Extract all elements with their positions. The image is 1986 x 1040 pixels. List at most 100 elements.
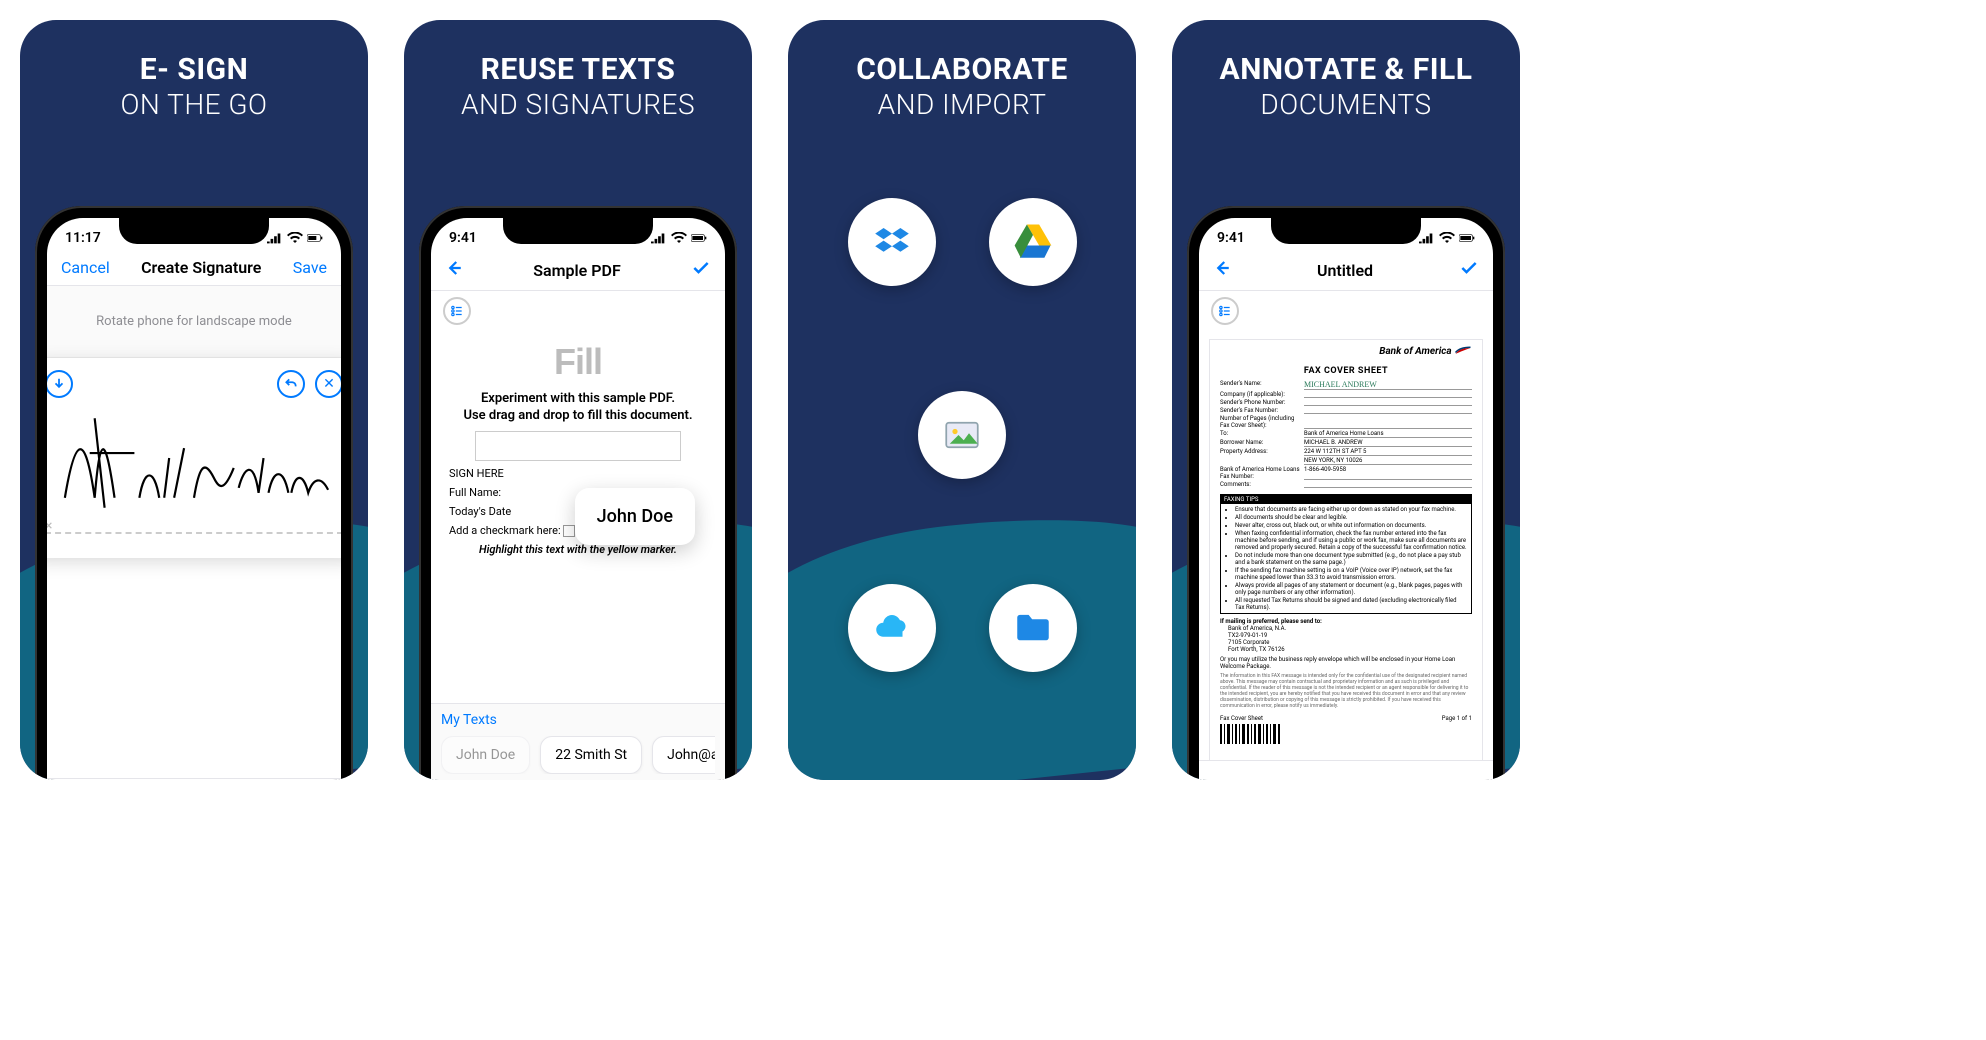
doc-footer-left: Fax Cover Sheet — [1220, 715, 1263, 722]
doc-instruction-1: Experiment with this sample PDF. — [449, 391, 707, 406]
confidential-disclaimer: The information in this FAX message is i… — [1220, 673, 1472, 709]
my-texts-panel: My Texts John Doe 22 Smith St John@abc.c — [431, 703, 725, 780]
faxing-tip: Ensure that documents are facing either … — [1235, 506, 1467, 513]
clear-button[interactable]: ✕ — [315, 370, 341, 398]
status-time: 9:41 — [1217, 230, 1245, 246]
back-button[interactable] — [1213, 259, 1231, 281]
faxing-tip: When faxing confidential information, ch… — [1235, 530, 1467, 551]
text-chip[interactable]: John@abc.c — [652, 736, 715, 774]
photos-icon[interactable] — [918, 391, 1006, 479]
signature-card: ✕ — [47, 358, 341, 558]
doc-title: FAX COVER SHEET — [1220, 366, 1472, 376]
files-icon[interactable] — [989, 584, 1077, 672]
faxing-tip: Always provide all pages of any statemen… — [1235, 582, 1467, 596]
fill-logo: Fill — [449, 341, 707, 383]
phone-screen: 9:41 Untitled — [1199, 218, 1493, 780]
faxing-tips-header: FAXING TIPS — [1221, 495, 1471, 504]
download-signature-button[interactable] — [47, 370, 73, 398]
undo-button[interactable] — [277, 370, 305, 398]
battery-icon — [691, 232, 707, 244]
icloud-icon[interactable] — [848, 584, 936, 672]
panel-headline: ANNOTATE & FILL — [1220, 54, 1473, 86]
phone-frame: 9:41 Untitled — [1187, 206, 1505, 780]
panel-headline: E- SIGN — [140, 54, 249, 86]
mailing-header: If mailing is preferred, please send to: — [1220, 618, 1472, 625]
doc-row: Bank of America Home Loans Fax Number:1-… — [1220, 466, 1472, 480]
faxing-tip: Do not include more than one document ty… — [1235, 552, 1467, 566]
doc-row: Property Address:224 W 112TH ST APT 5 — [1220, 448, 1472, 456]
doc-instruction-2: Use drag and drop to fill this document. — [449, 408, 707, 423]
phone-frame: 11:17 Cancel Create Signature Save Rotat… — [35, 206, 353, 780]
empty-field[interactable] — [475, 431, 681, 461]
panel-subhead: AND IMPORT — [878, 88, 1047, 121]
doc-row: Sender's Name:MICHAEL ANDREW — [1220, 380, 1472, 390]
nav-bar: Sample PDF — [431, 250, 725, 291]
cancel-button[interactable]: Cancel — [61, 258, 110, 277]
checkbox-box[interactable] — [563, 525, 575, 537]
doc-row: Company (if applicable): — [1220, 391, 1472, 398]
wifi-icon — [287, 232, 303, 244]
faxing-tip: If the sending fax machine setting is on… — [1235, 567, 1467, 581]
signal-icon — [651, 232, 667, 244]
doc-row: Comments: — [1220, 481, 1472, 488]
panel-subhead: ON THE GO — [120, 88, 267, 121]
status-time: 11:17 — [65, 230, 101, 246]
save-button[interactable]: Save — [293, 258, 327, 277]
text-chip[interactable]: John Doe — [441, 736, 530, 774]
google-drive-icon[interactable] — [989, 198, 1077, 286]
notch — [119, 218, 269, 244]
outline-button[interactable] — [443, 297, 471, 325]
faxing-tip: Never alter, cross out, black out, or wh… — [1235, 522, 1467, 529]
wifi-icon — [1439, 232, 1455, 244]
doc-row: Sender's Phone Number: — [1220, 399, 1472, 406]
done-button[interactable] — [1459, 258, 1479, 282]
status-icons — [267, 232, 323, 244]
status-time: 9:41 — [449, 230, 477, 246]
panel-headline: COLLABORATE — [856, 54, 1068, 86]
signature-drawing[interactable] — [47, 398, 341, 528]
phone-screen: 9:41 Sample PDF — [431, 218, 725, 780]
phone-screen: 11:17 Cancel Create Signature Save Rotat… — [47, 218, 341, 780]
label-sign: SIGN HERE — [449, 467, 707, 480]
text-chip[interactable]: 22 Smith St — [540, 736, 642, 774]
battery-icon — [307, 232, 323, 244]
promo-panel-collaborate: COLLABORATE AND IMPORT — [788, 20, 1136, 780]
doc-row: NEW YORK, NY 10026 — [1220, 457, 1472, 465]
status-icons — [1419, 232, 1475, 244]
nav-title: Untitled — [1317, 261, 1373, 280]
reply-note: Or you may utilize the business reply en… — [1220, 656, 1472, 670]
nav-bar: Cancel Create Signature Save — [47, 250, 341, 286]
outline-button[interactable] — [1211, 297, 1239, 325]
mailing-line: Bank of America, N.A. — [1228, 625, 1472, 632]
dropbox-icon[interactable] — [848, 198, 936, 286]
promo-panel-reuse: REUSE TEXTS AND SIGNATURES 9:41 Sample P… — [404, 20, 752, 780]
fax-document[interactable]: Bank of America FAX COVER SHEET Sender's… — [1209, 339, 1483, 769]
barcode — [1220, 724, 1300, 744]
promo-panel-esign: E- SIGN ON THE GO 11:17 Cancel Create Si… — [20, 20, 368, 780]
notch — [1271, 218, 1421, 244]
panel-headline: REUSE TEXTS — [481, 54, 676, 86]
doc-row: Borrower Name:MICHAEL B. ANDREW — [1220, 439, 1472, 447]
nav-title: Sample PDF — [533, 261, 620, 280]
phone-frame: 9:41 Sample PDF — [419, 206, 737, 780]
signature-baseline — [47, 532, 341, 534]
drag-chip-name[interactable]: John Doe — [575, 488, 695, 545]
signal-icon — [1419, 232, 1435, 244]
my-texts-title: My Texts — [441, 712, 715, 728]
doc-row: To:Bank of America Home Loans — [1220, 430, 1472, 438]
promo-panel-annotate: ANNOTATE & FILL DOCUMENTS 9:41 Untitled — [1172, 20, 1520, 780]
rotate-hint: Rotate phone for landscape mode — [47, 286, 341, 358]
battery-icon — [1459, 232, 1475, 244]
doc-row: Number of Pages (including Fax Cover She… — [1220, 415, 1472, 429]
back-button[interactable] — [445, 259, 463, 281]
pen-toolbar — [47, 778, 341, 780]
nav-bar: Untitled — [1199, 250, 1493, 291]
done-button[interactable] — [691, 258, 711, 282]
nav-title: Create Signature — [141, 258, 261, 277]
panel-subhead: DOCUMENTS — [1260, 88, 1431, 121]
faxing-tips-box: FAXING TIPS Ensure that documents are fa… — [1220, 494, 1472, 614]
label-highlight: Highlight this text with the yellow mark… — [449, 543, 707, 556]
status-icons — [651, 232, 707, 244]
mailing-line: 7105 Corporate — [1228, 639, 1472, 646]
annotation-toolbar: Signature A Text Date Stamp Icon — [1199, 760, 1493, 780]
